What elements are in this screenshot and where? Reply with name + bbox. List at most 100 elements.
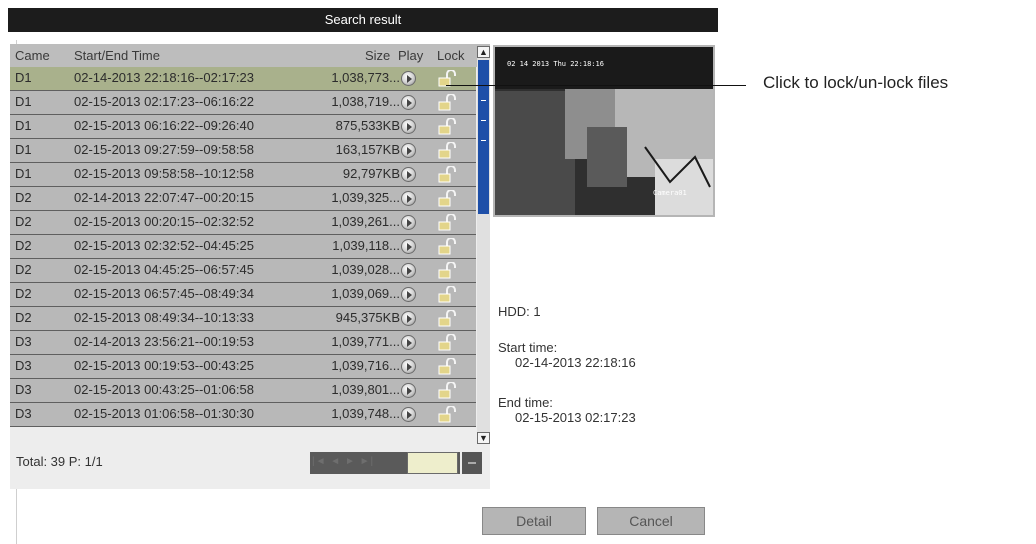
- row-camera: D1: [15, 166, 32, 181]
- row-camera: D3: [15, 358, 32, 373]
- row-size: 1,039,325...: [331, 190, 400, 205]
- table-row[interactable]: D3 02-15-2013 01:06:58--01:30:30 1,039,748…: [10, 403, 476, 427]
- row-size: 1,039,801...: [331, 382, 400, 397]
- row-camera: D1: [15, 142, 32, 157]
- table-row[interactable]: D1 02-14-2013 22:18:16--02:17:23 1,038,773…: [10, 67, 476, 91]
- play-icon[interactable]: [401, 287, 416, 302]
- row-size: 945,375KB: [335, 310, 400, 325]
- play-icon[interactable]: [401, 311, 416, 326]
- row-time: 02-15-2013 04:45:25--06:57:45: [74, 262, 254, 277]
- lock-icon[interactable]: [438, 381, 456, 399]
- play-icon[interactable]: [401, 215, 416, 230]
- header-size[interactable]: Size: [365, 44, 390, 67]
- hdd-label: HDD: 1: [498, 304, 541, 319]
- play-icon[interactable]: [401, 119, 416, 134]
- row-time: 02-14-2013 22:07:47--00:20:15: [74, 190, 254, 205]
- row-size: 1,039,771...: [331, 334, 400, 349]
- pager-nav-icons[interactable]: |◄ ◄ ► ►|: [312, 456, 374, 467]
- table-row[interactable]: D3 02-14-2013 23:56:21--00:19:53 1,039,771…: [10, 331, 476, 355]
- lock-icon[interactable]: [438, 237, 456, 255]
- lock-icon[interactable]: [438, 93, 456, 111]
- end-time-value: 02-15-2013 02:17:23: [515, 410, 636, 425]
- row-time: 02-15-2013 00:43:25--01:06:58: [74, 382, 254, 397]
- play-icon[interactable]: [401, 191, 416, 206]
- lock-icon[interactable]: [438, 285, 456, 303]
- callout-lock-text: Click to lock/un-lock files: [763, 73, 949, 92]
- detail-button[interactable]: Detail: [482, 507, 586, 535]
- row-size: 163,157KB: [335, 142, 400, 157]
- row-camera: D3: [15, 334, 32, 349]
- table-row[interactable]: D1 02-15-2013 02:17:23--06:16:22 1,038,719…: [10, 91, 476, 115]
- play-icon[interactable]: [401, 263, 416, 278]
- lock-icon[interactable]: [438, 165, 456, 183]
- play-icon[interactable]: [401, 167, 416, 182]
- row-time: 02-15-2013 00:20:15--02:32:52: [74, 214, 254, 229]
- row-size: 1,038,719...: [331, 94, 400, 109]
- table-row[interactable]: D2 02-15-2013 04:45:25--06:57:45 1,039,028…: [10, 259, 476, 283]
- search-result-dialog: Search result Came Start/End Time Size P…: [8, 8, 718, 544]
- scroll-thumb[interactable]: [478, 60, 489, 214]
- end-time-label: End time:: [498, 395, 553, 410]
- scroll-up-icon[interactable]: ▲: [477, 46, 490, 58]
- table-row[interactable]: D2 02-15-2013 00:20:15--02:32:52 1,039,261…: [10, 211, 476, 235]
- row-camera: D2: [15, 190, 32, 205]
- page-input[interactable]: [407, 452, 458, 474]
- row-camera: D2: [15, 310, 32, 325]
- lock-icon[interactable]: [438, 357, 456, 375]
- row-time: 02-15-2013 06:16:22--09:26:40: [74, 118, 254, 133]
- table-row[interactable]: D3 02-15-2013 00:19:53--00:43:25 1,039,716…: [10, 355, 476, 379]
- lock-icon[interactable]: [438, 213, 456, 231]
- row-camera: D2: [15, 214, 32, 229]
- start-time-value: 02-14-2013 22:18:16: [515, 355, 636, 370]
- table-row[interactable]: D2 02-15-2013 06:57:45--08:49:34 1,039,069…: [10, 283, 476, 307]
- preview-timestamp: 02 14 2013 Thu 22:18:16: [507, 60, 604, 68]
- table-row[interactable]: D3 02-15-2013 00:43:25--01:06:58 1,039,801…: [10, 379, 476, 403]
- scroll-down-icon[interactable]: ▼: [477, 432, 490, 444]
- header-camera[interactable]: Came: [15, 44, 50, 67]
- row-time: 02-15-2013 09:58:58--10:12:58: [74, 166, 254, 181]
- cancel-button[interactable]: Cancel: [597, 507, 705, 535]
- lock-icon[interactable]: [438, 261, 456, 279]
- lock-icon[interactable]: [438, 405, 456, 423]
- row-size: 1,039,069...: [331, 286, 400, 301]
- play-icon[interactable]: [401, 335, 416, 350]
- table-row[interactable]: D2 02-15-2013 08:49:34--10:13:33 945,375KB: [10, 307, 476, 331]
- row-size: 875,533KB: [335, 118, 400, 133]
- row-size: 1,039,716...: [331, 358, 400, 373]
- row-time: 02-15-2013 01:06:58--01:30:30: [74, 406, 254, 421]
- lock-icon[interactable]: [438, 189, 456, 207]
- play-icon[interactable]: [401, 95, 416, 110]
- scrollbar[interactable]: ▲ ▼: [477, 46, 490, 444]
- play-icon[interactable]: [401, 71, 416, 86]
- row-camera: D2: [15, 238, 32, 253]
- header-play[interactable]: Play: [398, 44, 423, 67]
- total-label: Total: 39 P: 1/1: [16, 454, 103, 469]
- page-go-button[interactable]: [462, 452, 482, 474]
- header-lock[interactable]: Lock: [437, 44, 464, 67]
- play-icon[interactable]: [401, 143, 416, 158]
- table-header: Came Start/End Time Size Play Lock: [10, 44, 490, 67]
- table-row[interactable]: D2 02-14-2013 22:07:47--00:20:15 1,039,325…: [10, 187, 476, 211]
- row-camera: D3: [15, 382, 32, 397]
- row-time: 02-15-2013 08:49:34--10:13:33: [74, 310, 254, 325]
- play-icon[interactable]: [401, 407, 416, 422]
- video-preview[interactable]: 02 14 2013 Thu 22:18:16 Camera01: [493, 45, 715, 217]
- row-camera: D2: [15, 286, 32, 301]
- play-icon[interactable]: [401, 359, 416, 374]
- play-icon[interactable]: [401, 383, 416, 398]
- lock-icon[interactable]: [438, 309, 456, 327]
- results-table: Came Start/End Time Size Play Lock D1 02-…: [10, 44, 490, 489]
- row-size: 1,038,773...: [331, 70, 400, 85]
- callout-line: [446, 85, 746, 86]
- lock-icon[interactable]: [438, 333, 456, 351]
- lock-icon[interactable]: [438, 117, 456, 135]
- play-icon[interactable]: [401, 239, 416, 254]
- lock-icon[interactable]: [438, 141, 456, 159]
- row-camera: D2: [15, 262, 32, 277]
- table-row[interactable]: D1 02-15-2013 06:16:22--09:26:40 875,533KB: [10, 115, 476, 139]
- table-row[interactable]: D2 02-15-2013 02:32:52--04:45:25 1,039,118…: [10, 235, 476, 259]
- header-time[interactable]: Start/End Time: [74, 44, 160, 67]
- table-row[interactable]: D1 02-15-2013 09:58:58--10:12:58 92,797KB: [10, 163, 476, 187]
- row-time: 02-15-2013 00:19:53--00:43:25: [74, 358, 254, 373]
- table-row[interactable]: D1 02-15-2013 09:27:59--09:58:58 163,157KB: [10, 139, 476, 163]
